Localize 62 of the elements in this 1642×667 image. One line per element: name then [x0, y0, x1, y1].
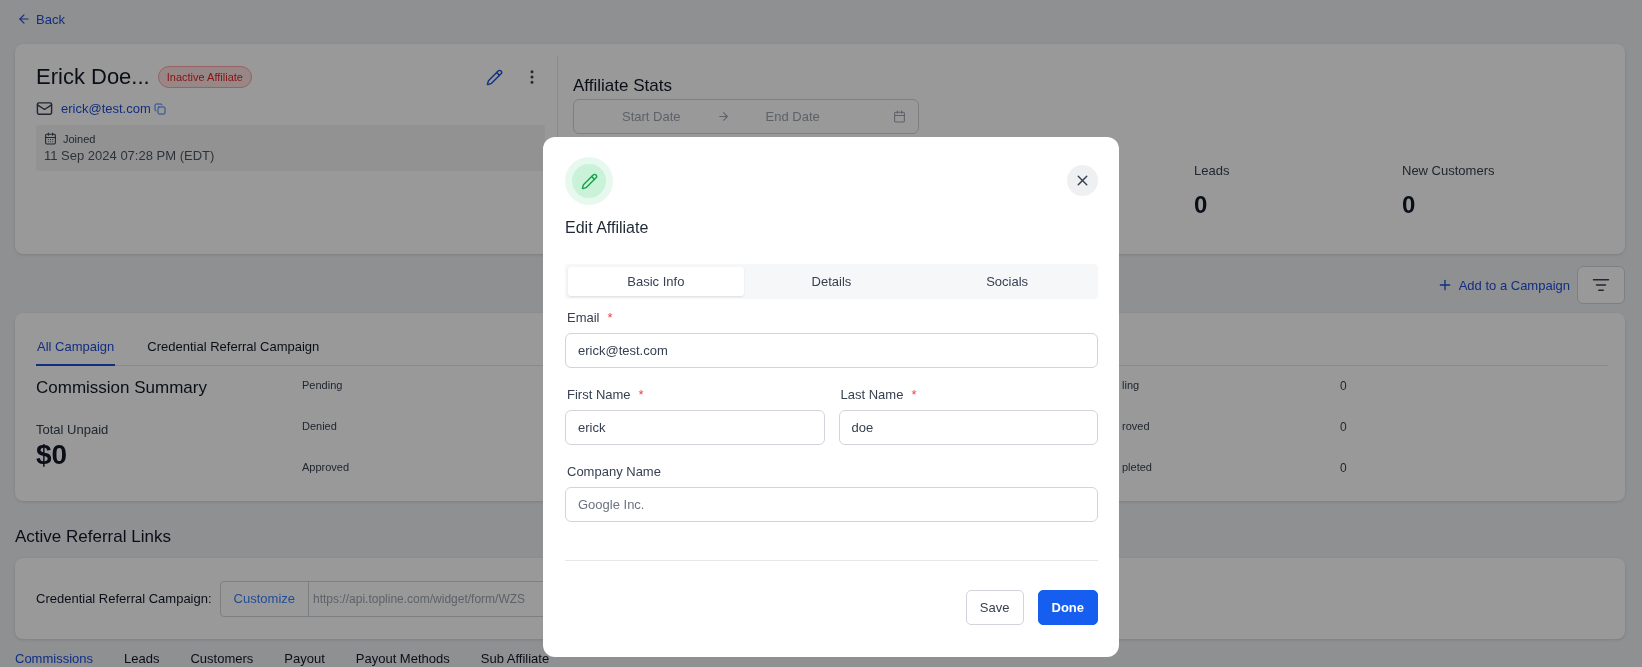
dialog-tab[interactable]: Details: [743, 267, 920, 296]
status-value: 0: [1340, 461, 1347, 474]
link-url: https://api.topline.com/widget/form/WZS: [312, 591, 526, 606]
dialog-tab[interactable]: Socials: [919, 267, 1095, 296]
copy-icon[interactable]: [153, 102, 166, 115]
input-field[interactable]: doe: [838, 410, 1098, 445]
mail-icon: [36, 100, 53, 117]
email-link[interactable]: erick@test.com: [61, 101, 151, 116]
section-tab[interactable]: Commissions: [15, 651, 93, 666]
field-label: Email *: [566, 310, 614, 325]
section-tab[interactable]: Leads: [124, 651, 160, 666]
status-value: 0: [1340, 379, 1347, 392]
field-label: Last Name *: [839, 387, 918, 402]
status-label: ling: [1122, 379, 1140, 392]
input-field[interactable]: erick@test.com: [565, 333, 1098, 368]
joined-label: Joined: [63, 132, 96, 145]
field-label: First Name *: [566, 387, 645, 402]
edit-icon[interactable]: [486, 68, 503, 86]
status-badge: Inactive Affiliate: [157, 66, 252, 88]
required-mark: *: [911, 387, 917, 402]
total-label: Total Unpaid: [36, 422, 110, 437]
field-label: Company Name: [566, 464, 662, 479]
campaign-tab[interactable]: All Campaign: [36, 339, 116, 366]
stat-label: New Customers: [1402, 163, 1496, 178]
dialog-title: Edit Affiliate: [565, 219, 650, 237]
stat-value: 0: [1194, 191, 1209, 219]
calendar-icon: [44, 132, 57, 145]
pencil-icon: [565, 157, 613, 205]
stats-title: Affiliate Stats: [573, 76, 673, 96]
status-label: roved: [1122, 420, 1150, 433]
save-button[interactable]: Save: [965, 590, 1024, 625]
joined-date: 11 Sep 2024 07:28 PM (EDT): [44, 148, 216, 163]
affiliate-name: Erick Doe...: [36, 64, 150, 90]
section-tab[interactable]: Customers: [190, 651, 254, 666]
done-button[interactable]: Done: [1037, 590, 1098, 625]
total-value: $0: [36, 439, 69, 471]
calendar-icon: [893, 110, 906, 123]
required-mark: *: [638, 387, 644, 402]
summary-title: Commission Summary: [36, 378, 208, 398]
status-label: pleted: [1122, 461, 1152, 474]
arrow-right-icon: [716, 110, 730, 123]
section-tab[interactable]: Payout Methods: [355, 651, 450, 666]
section-tab[interactable]: Sub Affiliate: [480, 651, 550, 666]
back-link[interactable]: Back: [17, 10, 65, 28]
filter-button[interactable]: [1577, 266, 1625, 304]
close-button[interactable]: [1067, 165, 1098, 196]
add-campaign-link[interactable]: Add to a Campaign: [1436, 277, 1570, 293]
filter-icon: [1592, 276, 1610, 294]
status-label: Approved: [302, 461, 350, 474]
section-title: Active Referral Links: [15, 527, 172, 547]
stat-value: 0: [1402, 191, 1417, 219]
stat-label: Leads: [1194, 163, 1231, 178]
link-label: Credential Referral Campaign:: [36, 591, 212, 606]
status-label: Denied: [302, 420, 337, 433]
input-field[interactable]: erick: [565, 410, 825, 445]
status-label: Pending: [302, 379, 343, 392]
required-mark: *: [607, 310, 613, 325]
section-tab[interactable]: Payout: [284, 651, 325, 666]
campaign-tab[interactable]: Credential Referral Campaign: [146, 339, 321, 366]
dialog-tab[interactable]: Basic Info: [568, 267, 744, 296]
status-value: 0: [1340, 420, 1347, 433]
input-field[interactable]: Google Inc.: [565, 487, 1098, 522]
